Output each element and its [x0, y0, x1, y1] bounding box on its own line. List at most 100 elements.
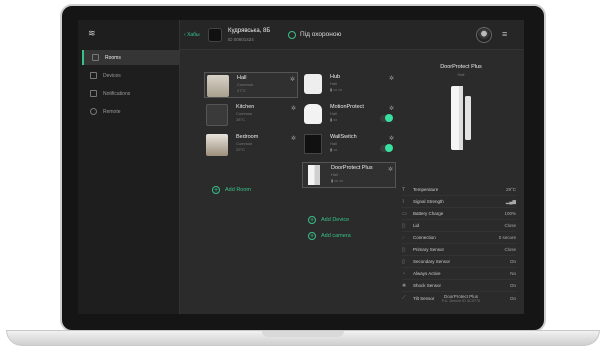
device-card-wallswitch[interactable]: WallSwitch Hall ▮ ▭ ✲	[302, 132, 396, 158]
connection-icon: ◌	[402, 234, 405, 241]
room-name: Hall	[237, 75, 247, 81]
prop-label: Always Active	[413, 271, 441, 276]
prop-label: Secondary Sensor	[413, 259, 451, 264]
device-card-hub[interactable]: Hub Hall ▮ ▭ ▭ ✲	[302, 72, 396, 98]
room-name: Bedroom	[236, 134, 259, 140]
gear-icon[interactable]: ✲	[291, 105, 296, 112]
footer-device-id: P.A. Device ID 3C0770	[441, 299, 481, 303]
prop-battery: ▭ Battery Charge 100%	[402, 208, 516, 220]
prop-shock-sensor: ✺ Shock Sensor On	[402, 280, 516, 292]
doorprotect-device-image	[308, 165, 320, 185]
sidebar-item-label: Rooms	[105, 54, 121, 61]
plus-icon: +	[308, 216, 316, 224]
thermometer-icon: 𝖳	[402, 186, 406, 193]
remote-icon	[90, 108, 97, 115]
device-name: Hub	[330, 74, 341, 80]
gear-icon[interactable]: ✲	[389, 75, 394, 82]
device-card-motionprotect[interactable]: MotionProtect Hall ▮ ▭ ✲	[302, 102, 396, 128]
room-photo	[206, 134, 228, 156]
panel-title: DoorProtect Plus	[440, 64, 482, 70]
prop-value: On	[509, 259, 516, 264]
room-name: Kitchen	[236, 104, 255, 110]
prop-label: Connection	[413, 235, 436, 240]
room-type: Common	[236, 141, 253, 146]
add-camera-label: Add camera	[321, 233, 351, 239]
prop-always-active: ◔ Always Active No	[402, 268, 516, 280]
add-camera-button[interactable]: + Add camera	[308, 232, 351, 240]
ajax-logo-icon: ≋	[88, 28, 96, 38]
hub-thumbnail	[208, 28, 222, 42]
sidebar: ≋ Rooms Devices Notifications Remote	[78, 20, 180, 314]
app-screen: ≋ Rooms Devices Notifications Remote ‹ Х…	[78, 20, 524, 314]
plus-icon: +	[212, 186, 220, 194]
sidebar-item-rooms[interactable]: Rooms	[82, 50, 180, 65]
room-temp: 28°C	[236, 117, 245, 122]
prop-value: 100%	[504, 211, 516, 216]
hub-name: Кудрявська, 8Б	[228, 28, 271, 34]
rooms-icon	[92, 54, 99, 61]
device-toggle[interactable]	[380, 144, 393, 152]
sidebar-item-remote[interactable]: Remote	[82, 104, 180, 119]
room-card-bedroom[interactable]: Bedroom Common 29°C ✲	[204, 132, 298, 158]
room-card-hall[interactable]: Hall Common 27°C ✲	[204, 72, 298, 98]
hamburger-menu-icon[interactable]: ≡	[502, 30, 507, 39]
sidebar-item-notifications[interactable]: Notifications	[82, 86, 180, 101]
notifications-icon	[90, 90, 97, 97]
prop-label: Shock Sensor	[413, 283, 442, 288]
device-name: DoorProtect Plus	[331, 165, 373, 171]
lid-icon: ▯	[402, 222, 405, 229]
panel-footer: DoorProtect Plus P.A. Device ID 3C0770	[398, 294, 524, 303]
prop-label: Battery Charge	[413, 211, 444, 216]
device-status-icons: ▮ ▭	[330, 117, 338, 122]
prop-value: Close	[504, 223, 516, 228]
prop-label: Lid	[413, 223, 420, 228]
room-type: Common	[237, 82, 254, 87]
user-avatar[interactable]	[476, 27, 492, 43]
device-toggle[interactable]	[380, 114, 393, 122]
security-status[interactable]: Під охороною	[300, 31, 341, 38]
prop-label: Primary Sensor	[413, 247, 445, 252]
gear-icon[interactable]: ✲	[290, 76, 295, 83]
power-icon: ◔	[402, 270, 406, 277]
signal-bars-icon: ▂▄▆	[505, 198, 516, 204]
sidebar-item-label: Remote	[103, 108, 121, 115]
hub-id: ID 00601424	[228, 37, 254, 42]
sidebar-item-devices[interactable]: Devices	[82, 68, 180, 83]
main-content: Hall Common 27°C ✲ Kitchen Common 28°C ✲…	[180, 50, 524, 314]
device-name: WallSwitch	[330, 134, 357, 140]
prop-temperature: 𝖳 Temperature 29°C	[402, 184, 516, 196]
device-room: Hall	[331, 172, 338, 177]
device-status-icons: ▮ ▭ ▭	[330, 87, 342, 92]
add-device-button[interactable]: + Add Device	[308, 216, 349, 224]
sidebar-item-label: Devices	[103, 72, 121, 79]
gear-icon[interactable]: ✲	[389, 135, 394, 142]
armed-status-icon[interactable]	[288, 31, 296, 39]
room-type: Common	[236, 111, 253, 116]
back-button[interactable]: ‹ Хабы	[184, 32, 200, 38]
gear-icon[interactable]: ✲	[291, 135, 296, 142]
add-room-button[interactable]: + Add Room	[212, 186, 251, 194]
prop-value: 29°C	[505, 187, 516, 192]
prop-connection: ◌ Connection 0 secure	[402, 232, 516, 244]
prop-secondary-sensor: ▯ Secondary Sensor On	[402, 256, 516, 268]
device-status-icons: ▮ ▭	[330, 147, 338, 152]
gear-icon[interactable]: ✲	[389, 105, 394, 112]
room-temp: 27°C	[237, 88, 246, 93]
device-room: Hall	[330, 141, 337, 146]
top-bar: ‹ Хабы Кудрявська, 8Б ID 00601424 Під ох…	[180, 20, 524, 50]
gear-icon[interactable]: ✲	[388, 166, 393, 173]
device-name: MotionProtect	[330, 104, 364, 110]
prop-value: No	[510, 271, 516, 276]
prop-value: On	[509, 283, 516, 288]
back-label: Хабы	[187, 32, 200, 38]
shock-icon: ✺	[402, 282, 407, 289]
prop-value: 0 secure	[498, 235, 516, 240]
room-card-kitchen[interactable]: Kitchen Common 28°C ✲	[204, 102, 298, 128]
prop-label: Temperature	[413, 187, 439, 192]
sidebar-item-label: Notifications	[103, 90, 131, 97]
device-card-doorprotect-plus[interactable]: DoorProtect Plus Hall ▮ ▭ ▭ ✲	[302, 162, 396, 188]
battery-icon: ▭	[402, 210, 407, 217]
prop-lid: ▯ Lid Close	[402, 220, 516, 232]
device-room: Hall	[330, 81, 337, 86]
panel-room: Hall	[457, 72, 465, 77]
